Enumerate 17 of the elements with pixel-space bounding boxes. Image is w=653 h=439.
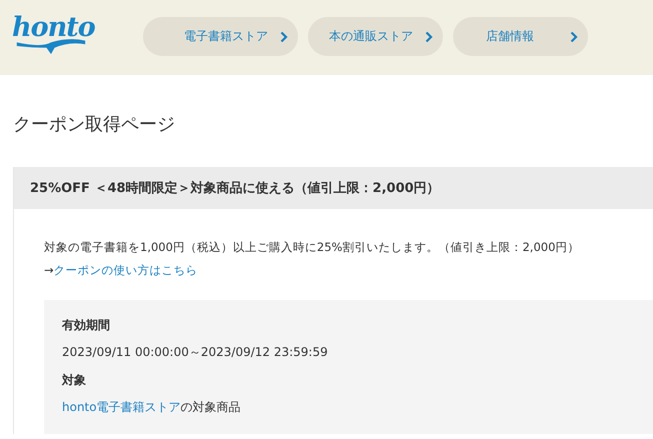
store-link[interactable]: honto電子書籍ストア	[62, 400, 181, 414]
coupon-description: 対象の電子書籍を1,000円（税込）以上ご購入時に25%割引いたします。（値引き上限：2,000円）	[44, 239, 580, 256]
coupon-title: 25%OFF ＜48時間限定＞対象商品に使える（値引上限：2,000円）	[14, 167, 653, 209]
logo[interactable]: honto	[12, 14, 122, 54]
arrow-text: →	[44, 263, 54, 277]
chevron-right-icon	[280, 30, 288, 42]
detail-label: 有効期間	[62, 317, 111, 334]
chevron-right-icon	[570, 30, 578, 42]
detail-label: 対象	[62, 372, 87, 389]
how-to-link[interactable]: クーポンの使い方はこちら	[54, 263, 198, 277]
nav-button[interactable]: 店舗情報	[453, 17, 588, 56]
nav-button[interactable]: 本の通販ストア	[308, 17, 443, 56]
nav-button[interactable]: 電子書籍ストア	[143, 17, 298, 56]
detail-value: 2023/09/11 00:00:00～2023/09/12 23:59:59	[62, 344, 329, 361]
detail-value: honto電子書籍ストアの対象商品	[62, 399, 242, 416]
chevron-right-icon	[425, 30, 433, 42]
page-title: クーポン取得ページ	[13, 113, 176, 137]
